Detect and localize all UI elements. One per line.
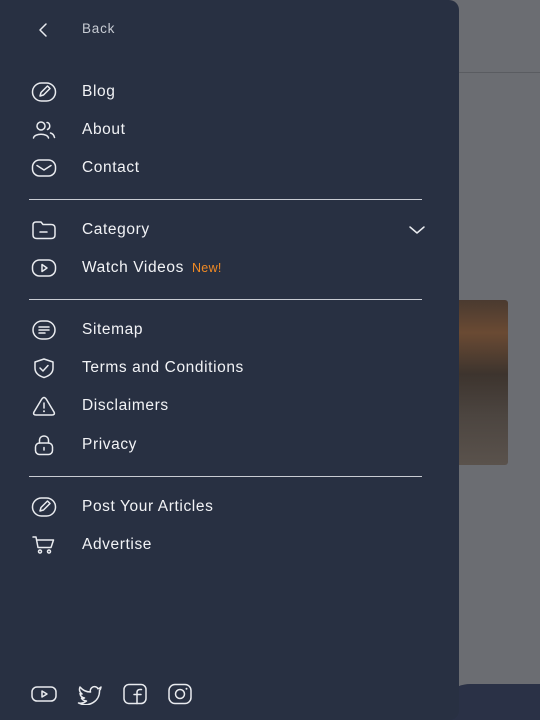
background-divider bbox=[459, 72, 540, 73]
menu-item-label: About bbox=[82, 121, 126, 138]
menu-item-privacy[interactable]: Privacy bbox=[0, 430, 459, 460]
facebook-icon[interactable] bbox=[120, 682, 150, 706]
pencil-circle-icon bbox=[30, 80, 58, 104]
chevron-left-icon bbox=[30, 18, 58, 42]
back-label: Back bbox=[82, 21, 116, 36]
social-links bbox=[0, 680, 459, 708]
new-badge: New! bbox=[191, 261, 222, 275]
list-icon bbox=[30, 318, 58, 342]
instagram-icon[interactable] bbox=[165, 682, 195, 706]
navigation-drawer: Back Blog About Contact Category Watch V… bbox=[0, 0, 459, 720]
menu-item-disclaimers[interactable]: Disclaimers bbox=[0, 391, 459, 421]
menu-item-label-wrap: Watch Videos New! bbox=[82, 259, 222, 277]
chevron-down-icon[interactable] bbox=[406, 222, 428, 238]
menu-item-label: Contact bbox=[82, 159, 140, 176]
menu-item-label: Post Your Articles bbox=[82, 498, 214, 515]
mail-icon bbox=[30, 156, 58, 180]
pencil-circle-icon bbox=[30, 495, 58, 519]
twitter-icon[interactable] bbox=[75, 682, 105, 706]
menu-item-sitemap[interactable]: Sitemap bbox=[0, 315, 459, 345]
cart-icon bbox=[30, 533, 58, 557]
menu-item-label: Advertise bbox=[82, 536, 153, 553]
menu-item-label: Category bbox=[82, 221, 150, 238]
menu-item-label: Terms and Conditions bbox=[82, 359, 244, 376]
menu-divider bbox=[29, 299, 422, 300]
menu-item-label: Privacy bbox=[82, 436, 138, 453]
shield-check-icon bbox=[30, 356, 58, 380]
youtube-icon[interactable] bbox=[29, 682, 59, 706]
menu-item-post-articles[interactable]: Post Your Articles bbox=[0, 492, 459, 522]
users-icon bbox=[30, 118, 58, 142]
menu-item-label: Blog bbox=[82, 83, 116, 100]
menu-item-contact[interactable]: Contact bbox=[0, 153, 459, 183]
menu-divider bbox=[29, 199, 422, 200]
lock-icon bbox=[30, 433, 58, 457]
menu-item-label: Sitemap bbox=[82, 321, 144, 338]
menu-item-watch-videos[interactable]: Watch Videos New! bbox=[0, 253, 459, 283]
menu-item-about[interactable]: About bbox=[0, 115, 459, 145]
warning-icon bbox=[30, 394, 58, 418]
menu-item-blog[interactable]: Blog bbox=[0, 77, 459, 107]
back-button[interactable]: Back bbox=[0, 15, 459, 45]
folder-icon bbox=[30, 218, 58, 242]
menu-item-category[interactable]: Category bbox=[0, 215, 459, 245]
menu-item-label: Disclaimers bbox=[82, 397, 169, 414]
play-icon bbox=[30, 256, 58, 280]
menu-item-terms[interactable]: Terms and Conditions bbox=[0, 353, 459, 383]
menu-item-advertise[interactable]: Advertise bbox=[0, 530, 459, 560]
menu-item-label: Watch Videos bbox=[82, 259, 184, 276]
background-article-image bbox=[456, 300, 508, 465]
menu-divider bbox=[29, 476, 422, 477]
